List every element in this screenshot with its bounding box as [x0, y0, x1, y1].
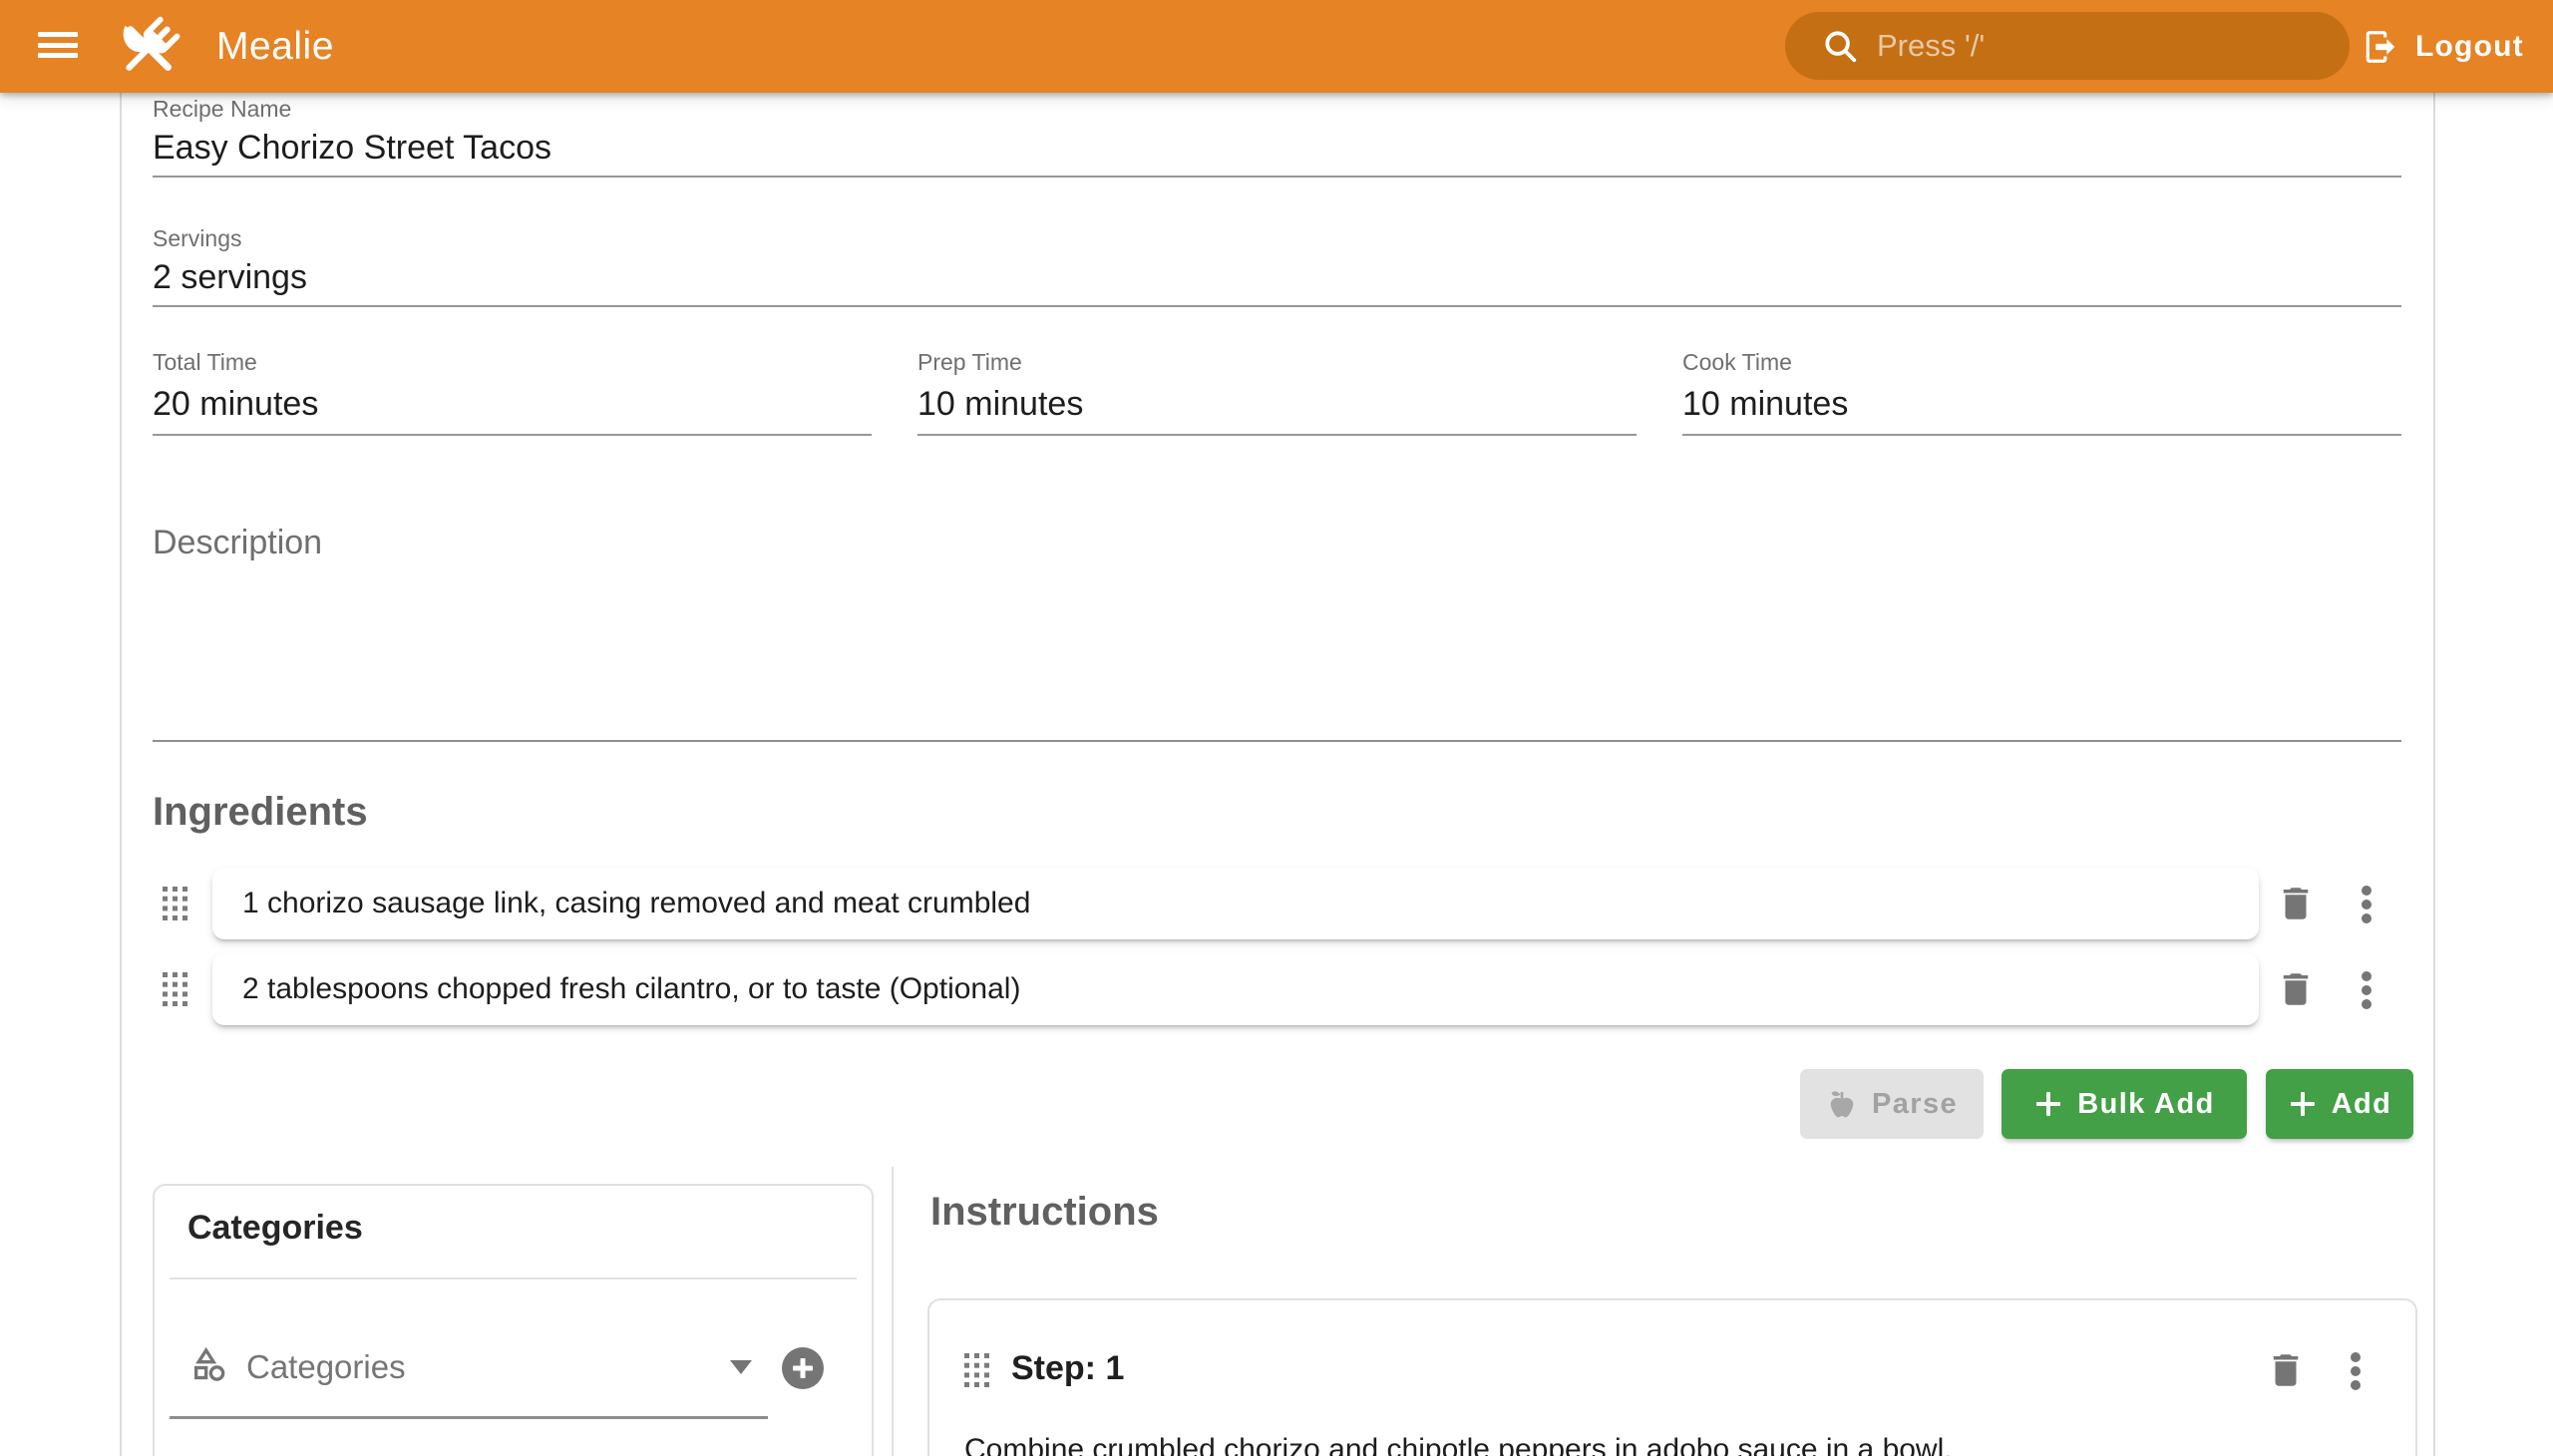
app-bar: Mealie Press '/' Logout: [0, 0, 2553, 93]
mealie-recipe-editor-page: Recipe Name Easy Chorizo Street Tacos Se…: [0, 0, 2553, 1456]
step-menu-button[interactable]: [2345, 1352, 2367, 1390]
ingredient-menu-button[interactable]: [2356, 971, 2377, 1009]
delete-step-button[interactable]: [2264, 1348, 2308, 1392]
prep-time-input[interactable]: 10 minutes: [917, 383, 1637, 425]
apple-icon: [1826, 1088, 1858, 1120]
drag-handle-icon[interactable]: [964, 1353, 989, 1387]
drag-handle-icon[interactable]: [163, 887, 187, 920]
ingredient-menu-button[interactable]: [2356, 886, 2377, 923]
add-category-button[interactable]: [781, 1346, 825, 1390]
trash-icon: [2275, 883, 2317, 924]
column-divider: [892, 1167, 894, 1456]
recipe-name-underline: [153, 176, 2401, 178]
mealie-logo-icon: [110, 9, 187, 87]
description-textarea[interactable]: [153, 558, 2401, 738]
add-ingredient-button[interactable]: Add: [2266, 1069, 2413, 1139]
parse-button[interactable]: Parse: [1800, 1069, 1984, 1139]
ingredients-heading: Ingredients: [153, 790, 368, 835]
chevron-down-icon: [730, 1360, 752, 1374]
delete-ingredient-button[interactable]: [2274, 967, 2318, 1011]
servings-label: Servings: [153, 225, 241, 252]
servings-input[interactable]: 2 servings: [153, 256, 307, 298]
logout-button[interactable]: Logout: [2362, 18, 2524, 76]
prep-time-underline: [917, 434, 1637, 436]
search-icon: [1821, 27, 1859, 65]
delete-ingredient-button[interactable]: [2274, 882, 2318, 925]
description-underline: [153, 740, 2401, 742]
step-title: Step: 1: [1011, 1349, 1124, 1388]
plus-icon: [2288, 1089, 2318, 1119]
step-text-input[interactable]: Combine crumbled chorizo and chipotle pe…: [964, 1433, 1953, 1456]
cook-time-field: Cook Time 10 minutes: [1682, 349, 2401, 436]
logout-icon: [2362, 28, 2399, 66]
times-row: Total Time 20 minutes Prep Time 10 minut…: [153, 349, 2401, 436]
kebab-menu-icon: [2361, 971, 2372, 1009]
categories-select[interactable]: Categories: [155, 1335, 813, 1425]
prep-time-label: Prep Time: [917, 349, 1637, 376]
logout-label: Logout: [2415, 30, 2524, 64]
kebab-menu-icon: [2350, 1352, 2362, 1390]
total-time-label: Total Time: [153, 349, 872, 376]
recipe-name-input[interactable]: Easy Chorizo Street Tacos: [153, 127, 551, 169]
search-placeholder: Press '/': [1877, 28, 1985, 64]
plus-circle-icon: [781, 1346, 825, 1390]
total-time-input[interactable]: 20 minutes: [153, 383, 872, 425]
kebab-menu-icon: [2361, 886, 2372, 923]
categories-select-underline: [170, 1416, 768, 1419]
total-time-underline: [153, 434, 872, 436]
prep-time-field: Prep Time 10 minutes: [917, 349, 1637, 436]
categories-card-title: Categories: [187, 1209, 363, 1248]
shapes-icon: [188, 1345, 230, 1385]
ingredient-input[interactable]: 2 tablespoons chopped fresh cilantro, or…: [212, 953, 2259, 1025]
bulk-add-button[interactable]: Bulk Add: [2002, 1069, 2247, 1139]
menu-button[interactable]: [34, 26, 82, 66]
trash-icon: [2275, 968, 2317, 1010]
instruction-step-card: Step: 1 Combine crumbled chorizo and chi…: [927, 1298, 2417, 1456]
ingredient-text: 2 tablespoons chopped fresh cilantro, or…: [212, 972, 1020, 1006]
global-search-input[interactable]: Press '/': [1785, 12, 2350, 80]
cook-time-underline: [1682, 434, 2401, 436]
servings-underline: [153, 305, 2401, 307]
cook-time-label: Cook Time: [1682, 349, 2401, 376]
add-button-label: Add: [2332, 1088, 2392, 1121]
categories-card: Categories Categories: [153, 1184, 874, 1456]
hamburger-icon: [38, 32, 78, 37]
drag-handle-icon[interactable]: [163, 972, 187, 1006]
plus-icon: [2033, 1089, 2063, 1119]
categories-divider: [170, 1277, 857, 1279]
categories-select-label: Categories: [246, 1348, 406, 1386]
description-label: Description: [153, 523, 322, 562]
ingredient-text: 1 chorizo sausage link, casing removed a…: [212, 887, 1030, 920]
total-time-field: Total Time 20 minutes: [153, 349, 872, 436]
bulk-add-button-label: Bulk Add: [2077, 1088, 2214, 1121]
recipe-name-label: Recipe Name: [153, 96, 291, 123]
parse-button-label: Parse: [1872, 1088, 1958, 1121]
cook-time-input[interactable]: 10 minutes: [1682, 383, 2401, 425]
trash-icon: [2265, 1349, 2307, 1391]
app-title: Mealie: [216, 24, 334, 70]
ingredient-input[interactable]: 1 chorizo sausage link, casing removed a…: [212, 868, 2259, 939]
instructions-heading: Instructions: [930, 1190, 1159, 1235]
